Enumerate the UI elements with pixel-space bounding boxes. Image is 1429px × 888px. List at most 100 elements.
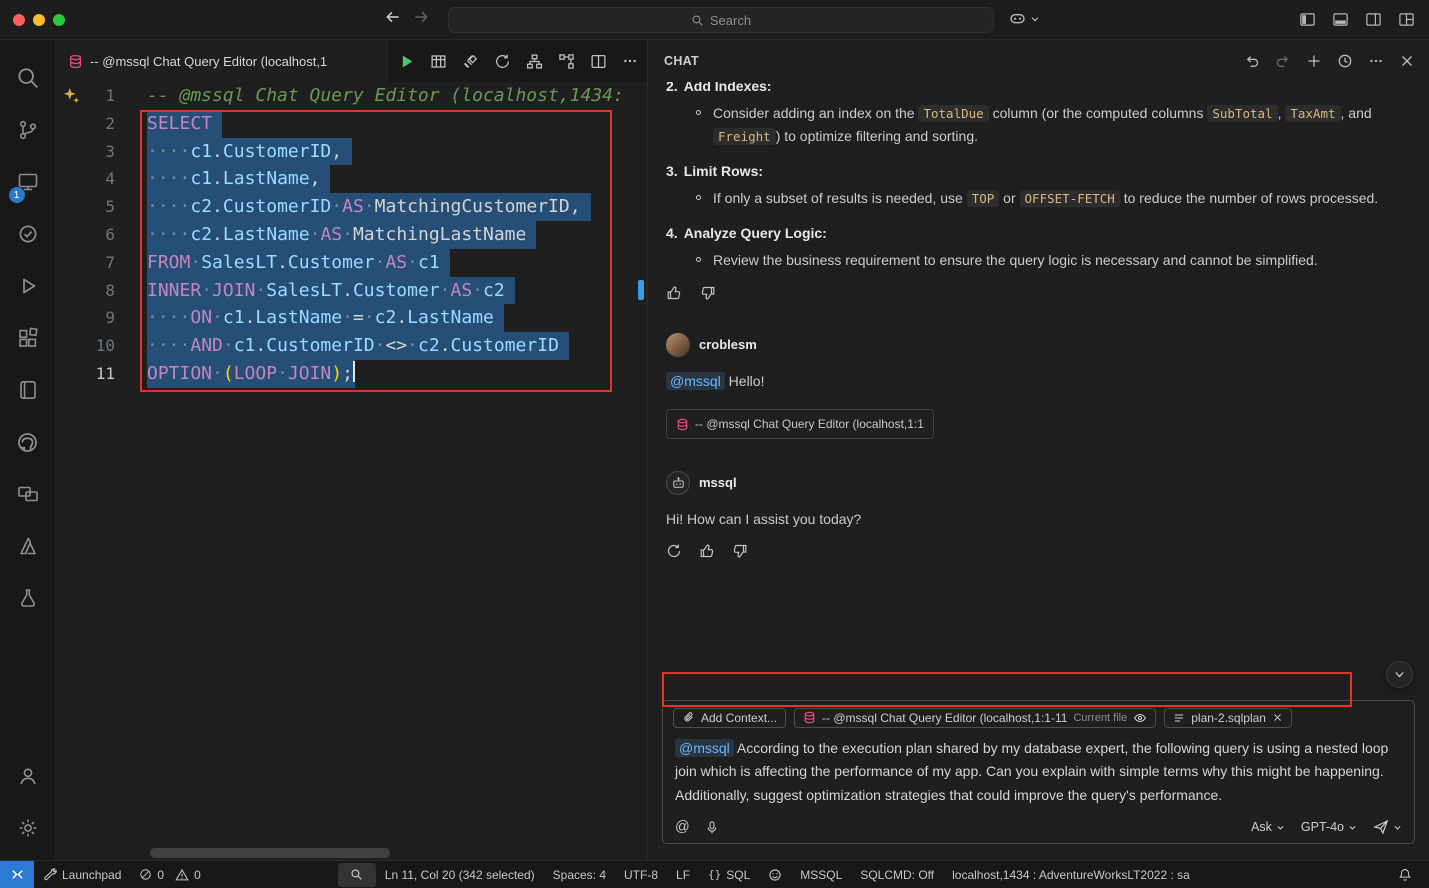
user-message-header: croblesm bbox=[666, 333, 1411, 357]
disconnect-icon[interactable] bbox=[456, 47, 484, 75]
sidebar-item-run-and-debug[interactable] bbox=[4, 260, 52, 312]
eye-icon[interactable] bbox=[1133, 711, 1147, 725]
sidebar-item-testing[interactable] bbox=[4, 208, 52, 260]
scrollbar-thumb[interactable] bbox=[150, 848, 390, 858]
navigate-back-icon[interactable] bbox=[384, 8, 402, 26]
code-line[interactable]: 1-- @mssql Chat Query Editor (localhost,… bbox=[56, 82, 647, 110]
feedback-smiley-icon[interactable] bbox=[759, 868, 791, 882]
horizontal-scrollbar[interactable] bbox=[56, 848, 647, 859]
context-attachments-row: Add Context... -- @mssql Chat Query Edit… bbox=[673, 708, 1404, 736]
code-line[interactable]: 4····c1.LastName, bbox=[56, 165, 647, 193]
undo-icon[interactable] bbox=[1244, 53, 1260, 69]
eol-setting[interactable]: LF bbox=[667, 868, 699, 882]
mention-chip[interactable]: @mssql bbox=[675, 739, 734, 757]
context-chip-sqlplan[interactable]: plan-2.sqlplan bbox=[1164, 708, 1292, 728]
notifications-bell-icon[interactable] bbox=[1389, 868, 1421, 882]
microphone-icon[interactable] bbox=[705, 820, 719, 835]
sidebar-item-database-projects[interactable] bbox=[4, 572, 52, 624]
editor-tab[interactable]: -- @mssql Chat Query Editor (localhost,1 bbox=[56, 40, 388, 82]
minimize-window-button[interactable] bbox=[33, 14, 45, 26]
sql-file-icon bbox=[676, 418, 689, 431]
chat-input-text[interactable]: @mssql According to the execution plan s… bbox=[673, 736, 1404, 818]
problems-button[interactable]: 0 0 bbox=[130, 868, 209, 882]
code-editor[interactable]: 1-- @mssql Chat Query Editor (localhost,… bbox=[56, 82, 647, 860]
chat-input-box[interactable]: Add Context... -- @mssql Chat Query Edit… bbox=[662, 700, 1415, 845]
code-line[interactable]: 8INNER·JOIN·SalesLT.Customer·AS·c2 bbox=[56, 277, 647, 305]
launchpad-button[interactable]: Launchpad bbox=[34, 868, 130, 882]
sidebar-item-source-control[interactable] bbox=[4, 104, 52, 156]
toggle-secondary-sidebar-icon[interactable] bbox=[1365, 11, 1382, 28]
mention-picker-icon[interactable]: @ bbox=[675, 819, 690, 835]
sqlcmd-status[interactable]: SQLCMD: Off bbox=[851, 868, 943, 882]
overview-ruler[interactable] bbox=[635, 82, 647, 860]
new-chat-icon[interactable] bbox=[1306, 53, 1322, 69]
send-button[interactable] bbox=[1373, 819, 1402, 835]
sidebar-item-search[interactable] bbox=[4, 52, 52, 104]
copilot-menu-button[interactable] bbox=[1008, 9, 1040, 28]
mssql-status[interactable]: MSSQL bbox=[791, 868, 851, 882]
code-line[interactable]: 3····c1.CustomerID, bbox=[56, 138, 647, 166]
sidebar-item-remote-explorer[interactable]: 1 bbox=[4, 156, 52, 208]
mention-chip[interactable]: @mssql bbox=[666, 372, 725, 390]
indentation-setting[interactable]: Spaces: 4 bbox=[544, 868, 615, 882]
split-editor-icon[interactable] bbox=[584, 47, 612, 75]
code-line[interactable]: 6····c2.LastName·AS·MatchingLastName bbox=[56, 221, 647, 249]
zoom-button[interactable] bbox=[338, 863, 376, 887]
toggle-primary-sidebar-icon[interactable] bbox=[1299, 11, 1316, 28]
maximize-window-button[interactable] bbox=[53, 14, 65, 26]
connection-status[interactable]: localhost,1434 : AdventureWorksLT2022 : … bbox=[943, 868, 1199, 882]
accounts-icon[interactable] bbox=[4, 750, 52, 802]
attachment-pill[interactable]: -- @mssql Chat Query Editor (localhost,1… bbox=[666, 409, 934, 439]
navigate-forward-icon[interactable] bbox=[412, 8, 430, 26]
more-actions-icon[interactable] bbox=[616, 47, 644, 75]
more-actions-icon[interactable] bbox=[1368, 53, 1384, 69]
code-text: SELECT bbox=[147, 110, 222, 138]
cursor-position[interactable]: Ln 11, Col 20 (342 selected) bbox=[376, 868, 544, 882]
copilot-sparkle-icon[interactable] bbox=[63, 87, 80, 104]
sidebar-item-live-share[interactable] bbox=[4, 468, 52, 520]
line-number: 4 bbox=[56, 165, 115, 193]
encoding-setting[interactable]: UTF-8 bbox=[615, 868, 667, 882]
sidebar-item-azure[interactable] bbox=[4, 520, 52, 572]
language-mode[interactable]: {} SQL bbox=[699, 868, 759, 882]
code-text: ····c1.CustomerID, bbox=[147, 138, 352, 166]
close-window-button[interactable] bbox=[13, 14, 25, 26]
code-line[interactable]: 5····c2.CustomerID·AS·MatchingCustomerID… bbox=[56, 193, 647, 221]
command-center-search[interactable]: Search bbox=[448, 7, 994, 33]
code-line[interactable]: 2SELECT bbox=[56, 110, 647, 138]
model-picker[interactable]: GPT-4o bbox=[1301, 820, 1357, 834]
code-line[interactable]: 11OPTION·(LOOP·JOIN); bbox=[56, 360, 647, 388]
code-text: -- @mssql Chat Query Editor (localhost,1… bbox=[147, 82, 624, 110]
workbench: 1 -- @mssql Chat Query Editor (localhost… bbox=[0, 40, 1429, 860]
close-icon[interactable] bbox=[1399, 53, 1415, 69]
settings-gear-icon[interactable] bbox=[4, 802, 52, 854]
thumbs-up-icon[interactable] bbox=[699, 543, 715, 559]
sidebar-item-extensions[interactable] bbox=[4, 312, 52, 364]
scroll-to-bottom-button[interactable] bbox=[1386, 661, 1413, 688]
redo-icon[interactable] bbox=[1275, 53, 1291, 69]
thumbs-up-icon[interactable] bbox=[666, 285, 682, 301]
run-query-button[interactable] bbox=[392, 47, 420, 75]
remove-attachment-icon[interactable] bbox=[1272, 712, 1283, 723]
change-connection-icon[interactable] bbox=[488, 47, 516, 75]
query-plan-icon[interactable] bbox=[552, 47, 580, 75]
thumbs-down-icon[interactable] bbox=[700, 285, 716, 301]
code-line[interactable]: 7FROM·SalesLT.Customer·AS·c1 bbox=[56, 249, 647, 277]
schema-designer-icon[interactable] bbox=[520, 47, 548, 75]
response-feedback bbox=[666, 285, 1411, 301]
thumbs-down-icon[interactable] bbox=[732, 543, 748, 559]
regenerate-icon[interactable] bbox=[666, 543, 682, 559]
mode-picker[interactable]: Ask bbox=[1251, 820, 1285, 834]
sidebar-item-github[interactable] bbox=[4, 416, 52, 468]
results-grid-icon[interactable] bbox=[424, 47, 452, 75]
toggle-panel-icon[interactable] bbox=[1332, 11, 1349, 28]
customize-layout-icon[interactable] bbox=[1398, 11, 1415, 28]
add-context-button[interactable]: Add Context... bbox=[673, 708, 786, 728]
context-chip-current-file[interactable]: -- @mssql Chat Query Editor (localhost,1… bbox=[794, 708, 1156, 728]
remote-indicator[interactable] bbox=[0, 861, 34, 888]
code-line[interactable]: 10····AND·c1.CustomerID·<>·c2.CustomerID bbox=[56, 332, 647, 360]
line-number: 9 bbox=[56, 304, 115, 332]
sidebar-item-notebooks[interactable] bbox=[4, 364, 52, 416]
code-line[interactable]: 9····ON·c1.LastName·=·c2.LastName bbox=[56, 304, 647, 332]
chat-history-icon[interactable] bbox=[1337, 53, 1353, 69]
